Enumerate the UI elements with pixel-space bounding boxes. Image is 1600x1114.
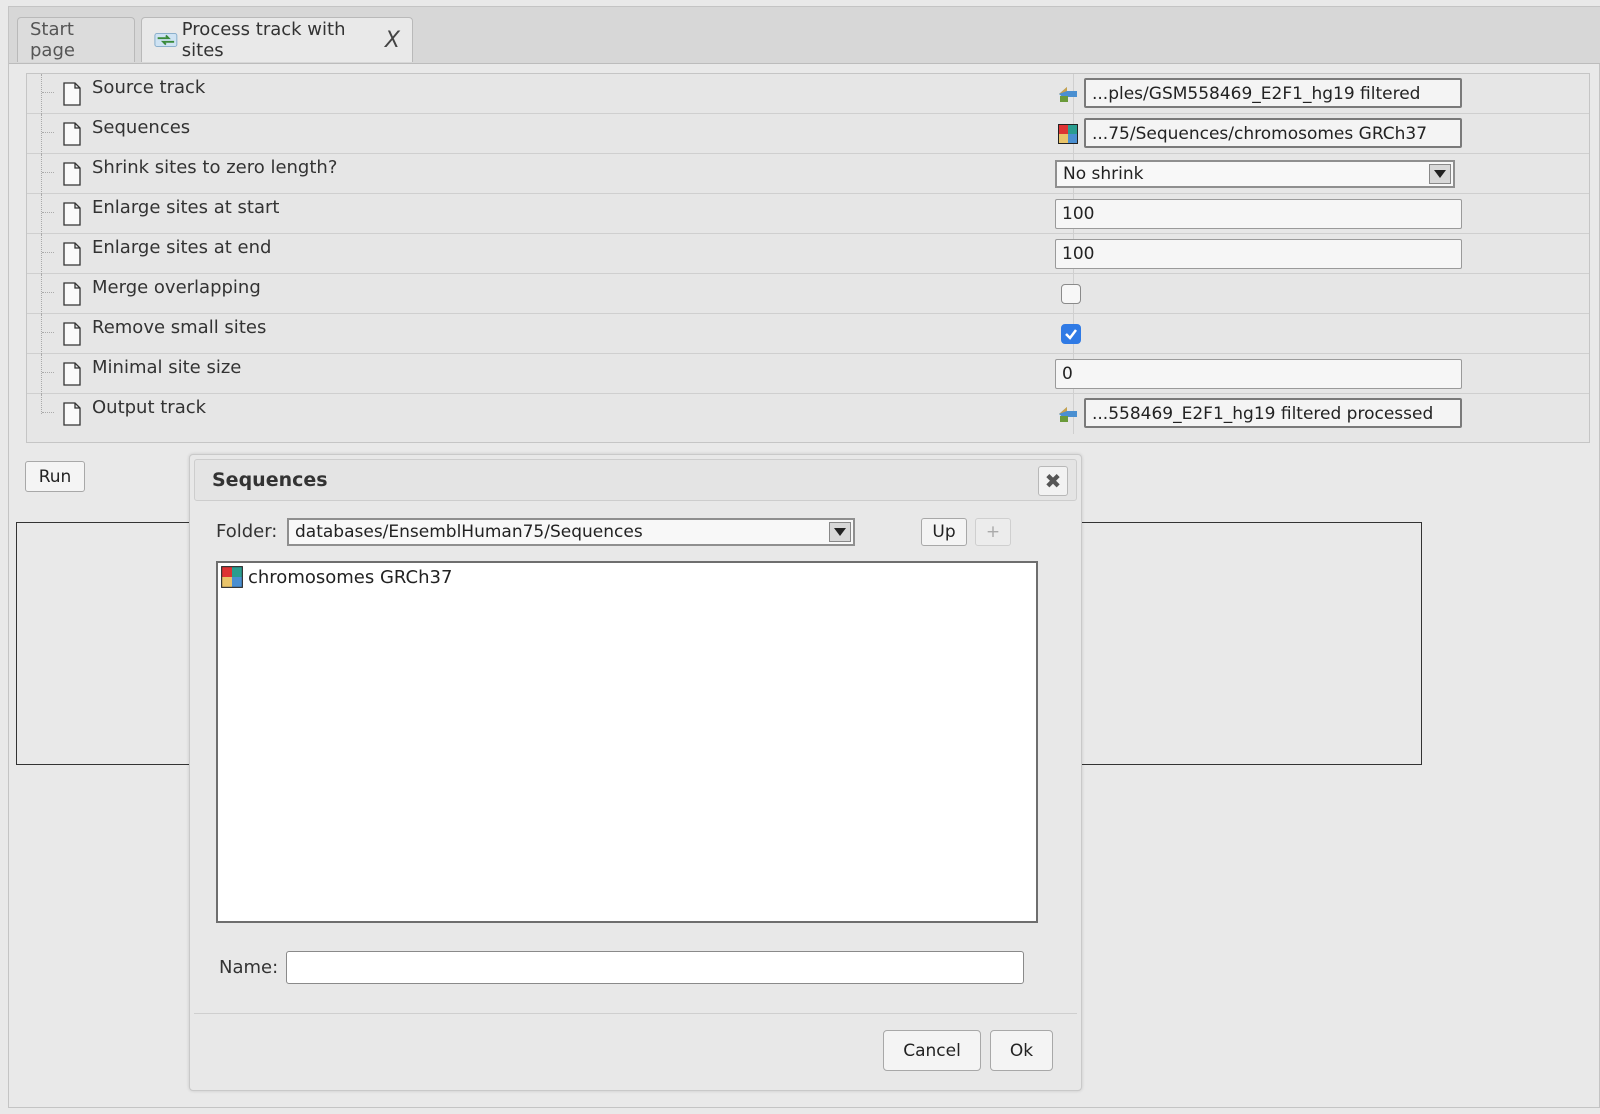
property-label: Output track <box>92 397 207 418</box>
document-icon <box>63 202 81 226</box>
chevron-down-icon[interactable] <box>1429 164 1451 184</box>
tree-connector <box>41 74 56 114</box>
track-icon <box>1059 87 1077 102</box>
property-row-merge-overlapping: Merge overlapping <box>27 274 1589 314</box>
document-icon <box>63 362 81 386</box>
sequences-icon <box>1058 124 1078 144</box>
property-row-enlarge-start: Enlarge sites at start 100 <box>27 194 1589 234</box>
document-icon <box>63 282 81 306</box>
tab-label: Start page <box>30 19 75 61</box>
folder-select[interactable]: databases/EnsemblHuman75/Sequences <box>287 518 855 546</box>
ok-button[interactable]: Ok <box>990 1030 1053 1071</box>
property-row-output-track: Output track ...558469_E2F1_hg19 filtere… <box>27 394 1589 434</box>
property-label: Remove small sites <box>92 317 267 338</box>
enlarge-end-input[interactable]: 100 <box>1055 239 1462 269</box>
property-grid: Source track ...ples/GSM558469_E2F1_hg19… <box>26 73 1590 443</box>
tab-start-page[interactable]: Start page <box>17 17 135 62</box>
document-icon <box>63 82 81 106</box>
property-label: Shrink sites to zero length? <box>92 157 338 178</box>
sequences-icon <box>221 566 243 588</box>
property-row-enlarge-end: Enlarge sites at end 100 <box>27 234 1589 274</box>
source-track-field[interactable]: ...ples/GSM558469_E2F1_hg19 filtered <box>1084 78 1462 108</box>
tree-connector <box>41 234 56 274</box>
run-button[interactable]: Run <box>25 461 85 492</box>
document-icon <box>63 162 81 186</box>
shrink-select-value: No shrink <box>1063 164 1144 184</box>
tab-process-track[interactable]: Process track with sites X <box>141 17 413 62</box>
tree-connector <box>41 194 56 234</box>
file-list[interactable]: chromosomes GRCh37 <box>216 561 1038 923</box>
property-row-source-track: Source track ...ples/GSM558469_E2F1_hg19… <box>27 74 1589 114</box>
merge-overlapping-checkbox[interactable] <box>1061 284 1081 304</box>
cancel-button[interactable]: Cancel <box>883 1030 981 1071</box>
property-row-remove-small-sites: Remove small sites <box>27 314 1589 354</box>
shrink-select[interactable]: No shrink <box>1055 160 1455 188</box>
track-icon <box>1059 407 1077 422</box>
close-icon[interactable]: ✖ <box>1038 466 1068 496</box>
document-icon <box>63 122 81 146</box>
sequences-dialog: Sequences ✖ Folder: databases/EnsemblHum… <box>189 454 1082 1091</box>
name-input[interactable] <box>286 951 1024 984</box>
folder-select-value: databases/EnsemblHuman75/Sequences <box>295 522 643 542</box>
chevron-down-icon[interactable] <box>829 522 851 542</box>
tree-connector <box>41 154 56 194</box>
up-button[interactable]: Up <box>921 518 967 546</box>
tab-label: Process track with sites <box>181 19 346 61</box>
tree-connector <box>41 354 56 394</box>
property-row-minimal-site-size: Minimal site size 0 <box>27 354 1589 394</box>
tree-connector <box>41 274 56 314</box>
tree-connector <box>41 114 56 154</box>
property-label: Merge overlapping <box>92 277 261 298</box>
tab-strip: Start page Process track with sites X <box>9 7 1600 64</box>
enlarge-start-input[interactable]: 100 <box>1055 199 1462 229</box>
dialog-title: Sequences <box>212 469 328 491</box>
document-icon <box>63 322 81 346</box>
dialog-divider <box>194 1013 1077 1014</box>
dialog-title-bar[interactable]: Sequences ✖ <box>194 459 1077 501</box>
list-item-label: chromosomes GRCh37 <box>248 566 453 588</box>
tree-connector <box>41 394 56 414</box>
process-track-icon <box>154 33 178 47</box>
sequences-field[interactable]: ...75/Sequences/chromosomes GRCh37 <box>1084 118 1462 148</box>
property-label: Source track <box>92 77 206 98</box>
name-label: Name: <box>219 957 279 978</box>
output-track-field[interactable]: ...558469_E2F1_hg19 filtered processed <box>1084 398 1462 428</box>
property-row-shrink: Shrink sites to zero length? No shrink <box>27 154 1589 194</box>
property-label: Sequences <box>92 117 191 138</box>
property-label: Minimal site size <box>92 357 242 378</box>
folder-label: Folder: <box>216 521 278 542</box>
remove-small-sites-checkbox[interactable] <box>1061 324 1081 344</box>
tab-close-icon[interactable]: X <box>385 28 400 53</box>
document-icon <box>63 402 81 426</box>
tree-connector <box>41 314 56 354</box>
checkmark-icon <box>1065 329 1077 340</box>
list-item[interactable]: chromosomes GRCh37 <box>220 565 452 589</box>
document-icon <box>63 242 81 266</box>
new-folder-button[interactable]: + <box>975 518 1011 546</box>
property-label: Enlarge sites at end <box>92 237 272 258</box>
minimal-site-size-input[interactable]: 0 <box>1055 359 1462 389</box>
property-row-sequences: Sequences ...75/Sequences/chromosomes GR… <box>27 114 1589 154</box>
property-label: Enlarge sites at start <box>92 197 280 218</box>
